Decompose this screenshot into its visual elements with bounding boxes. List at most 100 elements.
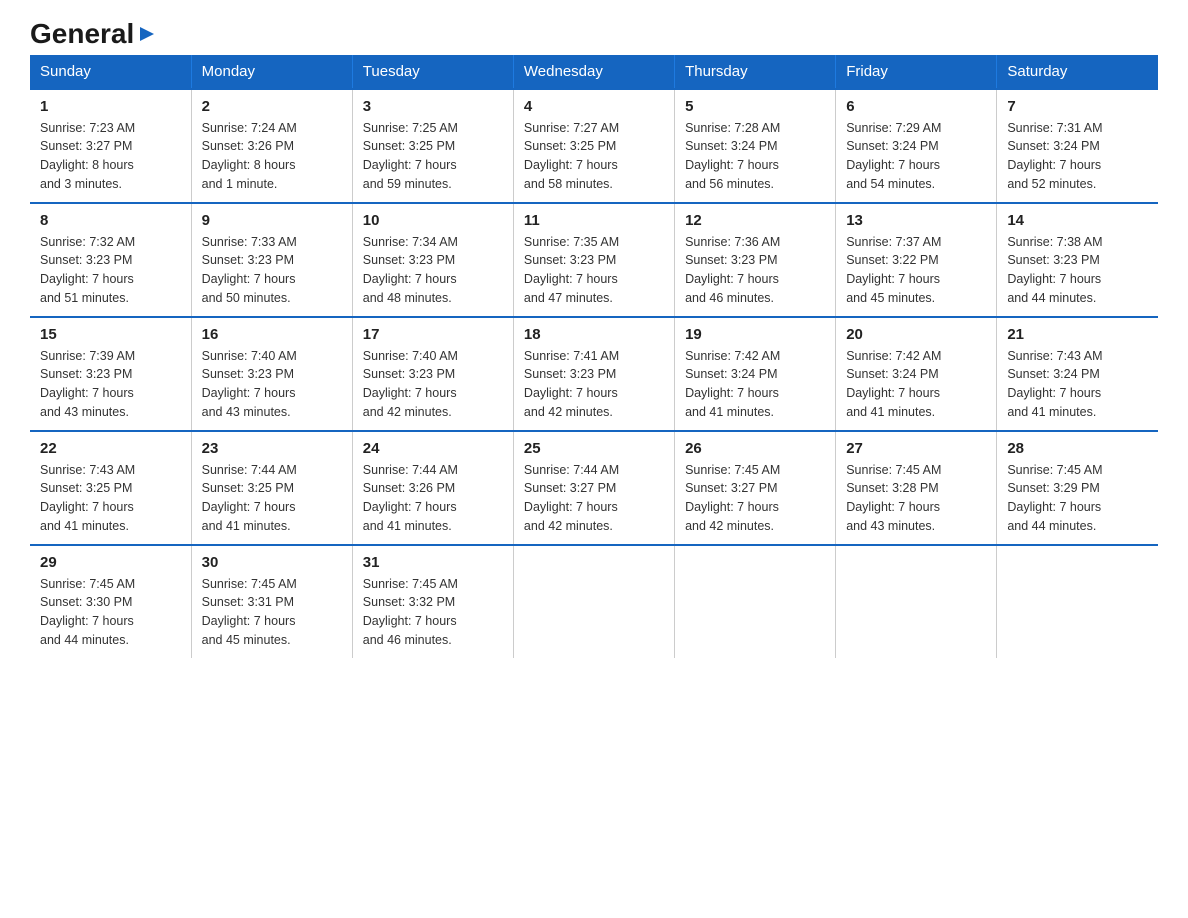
calendar-cell: 13 Sunrise: 7:37 AM Sunset: 3:22 PM Dayli… (836, 203, 997, 317)
calendar-cell: 24 Sunrise: 7:44 AM Sunset: 3:26 PM Dayli… (352, 431, 513, 545)
day-number: 23 (202, 440, 342, 457)
day-info: Sunrise: 7:31 AM Sunset: 3:24 PM Dayligh… (1007, 119, 1148, 194)
weekday-header-friday: Friday (836, 55, 997, 89)
day-info: Sunrise: 7:43 AM Sunset: 3:25 PM Dayligh… (40, 461, 181, 536)
day-info: Sunrise: 7:28 AM Sunset: 3:24 PM Dayligh… (685, 119, 825, 194)
calendar-cell: 29Sunrise: 7:45 AM Sunset: 3:30 PM Dayli… (30, 545, 191, 658)
day-number: 5 (685, 98, 825, 115)
weekday-header-monday: Monday (191, 55, 352, 89)
day-info: Sunrise: 7:40 AM Sunset: 3:23 PM Dayligh… (363, 347, 503, 422)
day-number: 8 (40, 212, 181, 229)
calendar-cell (513, 545, 674, 658)
day-info: Sunrise: 7:38 AM Sunset: 3:23 PM Dayligh… (1007, 233, 1148, 308)
day-number: 19 (685, 326, 825, 343)
calendar-cell: 10Sunrise: 7:34 AM Sunset: 3:23 PM Dayli… (352, 203, 513, 317)
week-row-4: 22 Sunrise: 7:43 AM Sunset: 3:25 PM Dayli… (30, 431, 1158, 545)
day-number: 28 (1007, 440, 1148, 457)
week-row-1: 1 Sunrise: 7:23 AM Sunset: 3:27 PM Daylig… (30, 89, 1158, 203)
day-info: Sunrise: 7:25 AM Sunset: 3:25 PM Dayligh… (363, 119, 503, 194)
day-info: Sunrise: 7:43 AM Sunset: 3:24 PM Dayligh… (1007, 347, 1148, 422)
day-number: 29 (40, 554, 181, 571)
calendar-cell: 22 Sunrise: 7:43 AM Sunset: 3:25 PM Dayli… (30, 431, 191, 545)
day-info: Sunrise: 7:24 AM Sunset: 3:26 PM Dayligh… (202, 119, 342, 194)
calendar-cell: 14 Sunrise: 7:38 AM Sunset: 3:23 PM Dayli… (997, 203, 1158, 317)
calendar-cell: 25 Sunrise: 7:44 AM Sunset: 3:27 PM Dayli… (513, 431, 674, 545)
day-info: Sunrise: 7:36 AM Sunset: 3:23 PM Dayligh… (685, 233, 825, 308)
day-number: 22 (40, 440, 181, 457)
day-number: 21 (1007, 326, 1148, 343)
calendar-cell: 12Sunrise: 7:36 AM Sunset: 3:23 PM Dayli… (675, 203, 836, 317)
logo-general: General (30, 18, 134, 49)
day-number: 18 (524, 326, 664, 343)
weekday-header-row: SundayMondayTuesdayWednesdayThursdayFrid… (30, 55, 1158, 89)
day-number: 25 (524, 440, 664, 457)
day-info: Sunrise: 7:45 AM Sunset: 3:28 PM Dayligh… (846, 461, 986, 536)
calendar-cell: 1 Sunrise: 7:23 AM Sunset: 3:27 PM Daylig… (30, 89, 191, 203)
week-row-3: 15Sunrise: 7:39 AM Sunset: 3:23 PM Dayli… (30, 317, 1158, 431)
weekday-header-tuesday: Tuesday (352, 55, 513, 89)
calendar-cell: 26 Sunrise: 7:45 AM Sunset: 3:27 PM Dayli… (675, 431, 836, 545)
calendar-cell: 5 Sunrise: 7:28 AM Sunset: 3:24 PM Daylig… (675, 89, 836, 203)
weekday-header-wednesday: Wednesday (513, 55, 674, 89)
day-info: Sunrise: 7:35 AM Sunset: 3:23 PM Dayligh… (524, 233, 664, 308)
day-info: Sunrise: 7:44 AM Sunset: 3:26 PM Dayligh… (363, 461, 503, 536)
calendar-cell: 28 Sunrise: 7:45 AM Sunset: 3:29 PM Dayli… (997, 431, 1158, 545)
page-header: General (30, 20, 1158, 45)
day-info: Sunrise: 7:27 AM Sunset: 3:25 PM Dayligh… (524, 119, 664, 194)
calendar-cell: 19 Sunrise: 7:42 AM Sunset: 3:24 PM Dayli… (675, 317, 836, 431)
calendar-cell: 15Sunrise: 7:39 AM Sunset: 3:23 PM Dayli… (30, 317, 191, 431)
weekday-header-sunday: Sunday (30, 55, 191, 89)
weekday-header-saturday: Saturday (997, 55, 1158, 89)
day-number: 11 (524, 212, 664, 229)
day-info: Sunrise: 7:32 AM Sunset: 3:23 PM Dayligh… (40, 233, 181, 308)
day-number: 14 (1007, 212, 1148, 229)
day-info: Sunrise: 7:45 AM Sunset: 3:29 PM Dayligh… (1007, 461, 1148, 536)
day-info: Sunrise: 7:42 AM Sunset: 3:24 PM Dayligh… (685, 347, 825, 422)
day-number: 27 (846, 440, 986, 457)
day-info: Sunrise: 7:39 AM Sunset: 3:23 PM Dayligh… (40, 347, 181, 422)
calendar-cell: 3 Sunrise: 7:25 AM Sunset: 3:25 PM Daylig… (352, 89, 513, 203)
day-number: 6 (846, 98, 986, 115)
calendar-cell: 31 Sunrise: 7:45 AM Sunset: 3:32 PM Dayli… (352, 545, 513, 658)
calendar-cell: 4 Sunrise: 7:27 AM Sunset: 3:25 PM Daylig… (513, 89, 674, 203)
calendar-cell (675, 545, 836, 658)
day-info: Sunrise: 7:44 AM Sunset: 3:25 PM Dayligh… (202, 461, 342, 536)
calendar-cell: 30 Sunrise: 7:45 AM Sunset: 3:31 PM Dayli… (191, 545, 352, 658)
logo-triangle-icon (136, 23, 158, 45)
weekday-header-thursday: Thursday (675, 55, 836, 89)
calendar-cell: 18 Sunrise: 7:41 AM Sunset: 3:23 PM Dayli… (513, 317, 674, 431)
day-number: 24 (363, 440, 503, 457)
day-info: Sunrise: 7:34 AM Sunset: 3:23 PM Dayligh… (363, 233, 503, 308)
day-number: 7 (1007, 98, 1148, 115)
day-number: 26 (685, 440, 825, 457)
calendar-cell: 9Sunrise: 7:33 AM Sunset: 3:23 PM Daylig… (191, 203, 352, 317)
week-row-5: 29Sunrise: 7:45 AM Sunset: 3:30 PM Dayli… (30, 545, 1158, 658)
day-number: 16 (202, 326, 342, 343)
day-number: 1 (40, 98, 181, 115)
day-number: 3 (363, 98, 503, 115)
day-info: Sunrise: 7:45 AM Sunset: 3:31 PM Dayligh… (202, 575, 342, 650)
calendar-cell: 23 Sunrise: 7:44 AM Sunset: 3:25 PM Dayli… (191, 431, 352, 545)
day-number: 13 (846, 212, 986, 229)
day-number: 2 (202, 98, 342, 115)
calendar-cell: 17Sunrise: 7:40 AM Sunset: 3:23 PM Dayli… (352, 317, 513, 431)
calendar-cell: 20 Sunrise: 7:42 AM Sunset: 3:24 PM Dayli… (836, 317, 997, 431)
day-number: 31 (363, 554, 503, 571)
calendar-cell (997, 545, 1158, 658)
calendar-cell: 8 Sunrise: 7:32 AM Sunset: 3:23 PM Daylig… (30, 203, 191, 317)
calendar-cell: 7 Sunrise: 7:31 AM Sunset: 3:24 PM Daylig… (997, 89, 1158, 203)
day-info: Sunrise: 7:45 AM Sunset: 3:27 PM Dayligh… (685, 461, 825, 536)
day-info: Sunrise: 7:40 AM Sunset: 3:23 PM Dayligh… (202, 347, 342, 422)
day-number: 4 (524, 98, 664, 115)
day-info: Sunrise: 7:42 AM Sunset: 3:24 PM Dayligh… (846, 347, 986, 422)
calendar-table: SundayMondayTuesdayWednesdayThursdayFrid… (30, 55, 1158, 658)
day-number: 30 (202, 554, 342, 571)
logo: General (30, 20, 158, 45)
day-info: Sunrise: 7:45 AM Sunset: 3:32 PM Dayligh… (363, 575, 503, 650)
day-number: 20 (846, 326, 986, 343)
day-info: Sunrise: 7:44 AM Sunset: 3:27 PM Dayligh… (524, 461, 664, 536)
calendar-cell: 16 Sunrise: 7:40 AM Sunset: 3:23 PM Dayli… (191, 317, 352, 431)
day-info: Sunrise: 7:23 AM Sunset: 3:27 PM Dayligh… (40, 119, 181, 194)
day-info: Sunrise: 7:37 AM Sunset: 3:22 PM Dayligh… (846, 233, 986, 308)
day-info: Sunrise: 7:41 AM Sunset: 3:23 PM Dayligh… (524, 347, 664, 422)
